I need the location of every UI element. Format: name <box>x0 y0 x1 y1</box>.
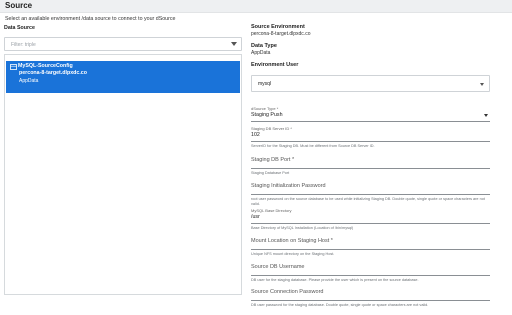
mysql-base-directory-label: MySQL Base Directory <box>251 208 292 213</box>
environment-user-value: mysql <box>258 81 272 87</box>
source-environment-label: Source Environment <box>251 24 305 30</box>
staging-db-server-id-input[interactable]: 102 <box>251 132 490 140</box>
chevron-down-icon[interactable] <box>484 114 488 117</box>
header-bar: Source <box>0 0 512 13</box>
item-type: AppData <box>19 78 39 84</box>
staging-db-port-help: Staging Database Port <box>251 171 290 175</box>
chevron-down-icon[interactable] <box>480 83 484 86</box>
divider <box>251 141 490 142</box>
item-name: MySQL-SourceConfig <box>18 63 73 69</box>
mysql-base-directory-help: Base Directory of MySQL Installation (Lo… <box>251 226 354 230</box>
list-item[interactable]: MySQL-SourceConfig percona-8-target.dlpx… <box>6 61 240 93</box>
divider <box>251 223 490 224</box>
data-source-panel: Data Source Filter: triple MySQL-SourceC… <box>4 25 242 295</box>
mount-location-field[interactable]: Mount Location on Staging Host * Unique … <box>251 238 490 257</box>
source-connection-password-help: DB user password for the staging databas… <box>251 303 429 307</box>
dsource-type-label: dSource Type * <box>251 106 279 111</box>
filter-input[interactable]: Filter: triple <box>4 37 242 51</box>
mount-location-input[interactable] <box>251 249 490 250</box>
mysql-base-directory-field[interactable]: MySQL Base Directory /usr Base Directory… <box>251 208 490 231</box>
data-source-list: MySQL-SourceConfig percona-8-target.dlpx… <box>4 54 242 295</box>
source-db-username-label: Source DB Username <box>251 264 305 270</box>
filter-placeholder: Filter: triple <box>11 42 36 48</box>
source-connection-password-label: Source Connection Password <box>251 289 324 295</box>
staging-init-password-input[interactable] <box>251 194 490 195</box>
database-icon <box>10 64 17 70</box>
data-type-label: Data Type <box>251 43 277 49</box>
source-db-username-field[interactable]: Source DB Username DB user for the stagi… <box>251 264 490 283</box>
dsource-type-value[interactable]: Staging Push <box>251 112 490 120</box>
data-type-value: AppData <box>251 50 271 56</box>
staging-db-server-id-field[interactable]: Staging DB Server ID * 102 ServerID for … <box>251 126 490 149</box>
dsource-type-field[interactable]: dSource Type * Staging Push <box>251 106 490 122</box>
item-host: percona-8-target.dlpxdc.co <box>19 70 87 76</box>
staging-db-server-id-label: Staging DB Server ID * <box>251 126 292 131</box>
chevron-down-icon[interactable] <box>231 42 237 46</box>
staging-init-password-help: root user password on the source databas… <box>251 197 485 206</box>
mysql-base-directory-input[interactable]: /usr <box>251 214 490 222</box>
page-subtitle: Select an available environment /data so… <box>5 16 176 22</box>
mount-location-help: Unique NFS mount directory on the Stagin… <box>251 252 335 256</box>
staging-db-port-field[interactable]: Staging DB Port * Staging Database Port <box>251 157 490 176</box>
staging-init-password-field[interactable]: Staging Initialization Password root use… <box>251 183 490 207</box>
environment-user-label: Environment User <box>251 62 299 68</box>
source-connection-password-field[interactable]: Source Connection Password DB user passw… <box>251 289 490 308</box>
mount-location-label: Mount Location on Staging Host * <box>251 238 333 244</box>
source-db-username-input[interactable] <box>251 275 490 276</box>
data-source-label: Data Source <box>4 25 35 31</box>
source-connection-password-input[interactable] <box>251 300 490 301</box>
staging-db-port-input[interactable] <box>251 168 490 169</box>
environment-user-select[interactable]: mysql <box>251 75 490 92</box>
source-environment-value: percona-8-target.dlpxdc.co <box>251 31 311 37</box>
source-details: Source Environment percona-8-target.dlpx… <box>251 24 491 68</box>
staging-db-port-label: Staging DB Port * <box>251 157 295 163</box>
staging-init-password-label: Staging Initialization Password <box>251 183 326 189</box>
staging-db-server-id-help: ServerID for the Staging DB. Must be dif… <box>251 144 375 148</box>
source-db-username-help: DB user for the staging database. Please… <box>251 278 419 282</box>
page-title: Source <box>5 1 33 10</box>
divider <box>251 121 490 122</box>
